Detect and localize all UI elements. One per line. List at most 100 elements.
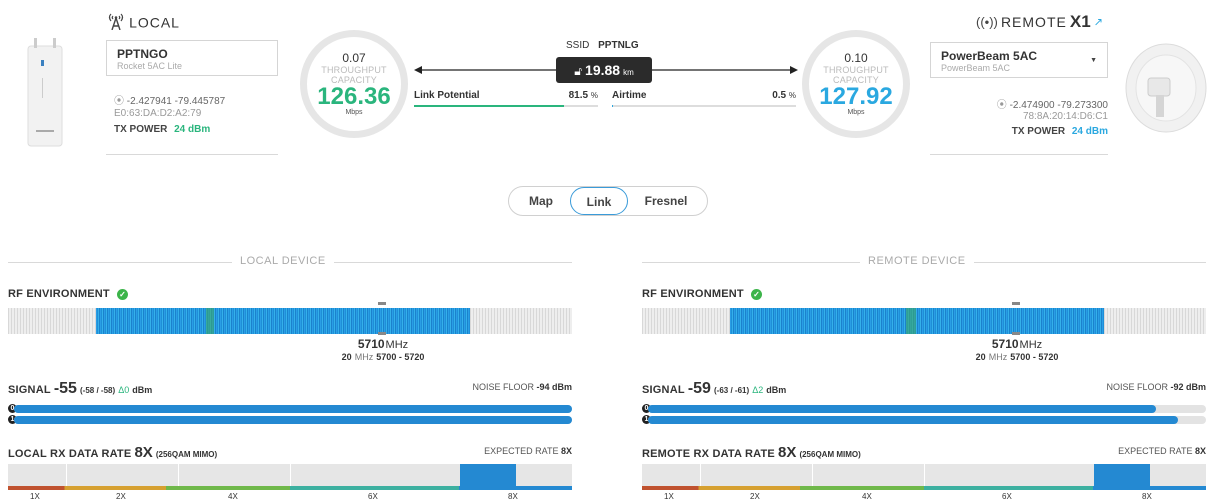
local-rate-value: 8X (134, 444, 153, 461)
location-pin-icon: ⦿ (996, 100, 1007, 111)
view-tabs: Map Link Fresnel (508, 186, 708, 216)
remote-rate-scale (642, 486, 1206, 490)
local-throughput-label: THROUGHPUT (321, 65, 387, 75)
local-width: 20 (341, 352, 352, 362)
remote-signal-value: -59 (687, 380, 711, 397)
link-potential-label: Link Potential (414, 90, 480, 101)
link-potential-pct: % (590, 91, 598, 100)
airtime: Airtime 0.5 % (612, 90, 796, 101)
remote-rate-detail: (256QAM MIMO) (799, 450, 861, 459)
remote-device-image (1118, 40, 1208, 135)
airtime-pct: % (788, 91, 796, 100)
tab-fresnel[interactable]: Fresnel (631, 187, 701, 215)
chevron-down-icon: ▼ (1090, 57, 1097, 64)
local-rate-tick-6x: 6X (368, 492, 378, 501)
local-expected-rate: EXPECTED RATE 8X (400, 446, 572, 456)
remote-tx-power: TX POWER 24 dBm (930, 126, 1108, 137)
tab-link[interactable]: Link (570, 187, 628, 215)
broadcast-icon: ((•)) (976, 14, 998, 30)
local-device-image (22, 38, 68, 148)
local-rf-band (96, 308, 470, 334)
remote-mac: 78:8A:20:14:D6:C1 (1022, 111, 1108, 122)
remote-width: 20 (975, 352, 986, 362)
remote-signal-chains: (-63 / -61) (714, 386, 750, 395)
remote-rf-label-row: RF ENVIRONMENT ✓ (642, 288, 763, 300)
local-noise-value: -94 dBm (536, 382, 572, 392)
local-signal-unit: dBm (132, 385, 153, 395)
local-mac: E0:63:DA:D2:A2:79 (114, 108, 202, 119)
remote-expected-label: EXPECTED RATE (1118, 446, 1193, 456)
local-rf-label-row: RF ENVIRONMENT ✓ (8, 288, 129, 300)
remote-width-unit: MHz (988, 352, 1008, 362)
local-freq-unit: MHz (385, 339, 409, 351)
remote-rf-label: RF ENVIRONMENT (642, 288, 744, 300)
tab-map[interactable]: Map (513, 187, 569, 215)
local-throughput: 0.07 (342, 51, 366, 65)
remote-expected-rate: EXPECTED RATE 8X (1034, 446, 1206, 456)
local-device-select[interactable]: PPTNGO Rocket 5AC Lite (106, 40, 278, 76)
remote-device-name: PowerBeam 5AC (941, 49, 1038, 63)
local-rate-tick-8x: 8X (508, 492, 518, 501)
local-rf-marker-bottom (378, 332, 386, 335)
remote-device-select[interactable]: PowerBeam 5AC PowerBeam 5AC ▼ (930, 42, 1108, 78)
local-tx-power-value: 24 dBm (174, 124, 211, 135)
check-circle-icon: ✓ (751, 289, 763, 300)
remote-rate-tick-8x: 8X (1142, 492, 1152, 501)
local-capacity-unit: Mbps (345, 109, 363, 116)
external-link-icon[interactable]: ↗ (1094, 17, 1103, 29)
local-signal: SIGNAL -55 (-58 / -58) Δ0 dBm (8, 380, 152, 398)
remote-rate-chart (642, 464, 1206, 490)
remote-noise-value: -92 dBm (1170, 382, 1206, 392)
local-header: LOCAL (106, 12, 180, 32)
distance-value: 19.88 (585, 62, 621, 78)
local-rate-tick-1x: 1X (30, 492, 40, 501)
local-noise-label: NOISE FLOOR (472, 382, 534, 392)
remote-rate-ticks: 1X 2X 4X 6X 8X (642, 492, 1206, 502)
ssid: SSID PPTNLG (566, 40, 639, 51)
local-tx-power-label: TX POWER (114, 124, 168, 135)
distance-badge: 🔓︎ 19.88 km (556, 57, 652, 83)
local-rf-label: RF ENVIRONMENT (8, 288, 110, 300)
ssid-label: SSID (566, 40, 590, 51)
remote-rate-tick-1x: 1X (664, 492, 674, 501)
remote-signal-unit: dBm (766, 385, 787, 395)
remote-noise: NOISE FLOOR -92 dBm (1034, 382, 1206, 392)
local-chain-0-track (14, 405, 572, 413)
remote-count: X1 (1069, 12, 1091, 31)
remote-rate-selected (1094, 464, 1150, 486)
ssid-value: PPTNLG (598, 40, 639, 51)
remote-throughput: 0.10 (844, 51, 868, 65)
remote-noise-label: NOISE FLOOR (1106, 382, 1168, 392)
link-potential-fill (414, 105, 564, 107)
airtime-fill (612, 105, 613, 107)
local-rf-hotspot (206, 308, 214, 334)
remote-capacity-unit: Mbps (847, 109, 865, 116)
local-noise: NOISE FLOOR -94 dBm (400, 382, 572, 392)
remote-throughput-label: THROUGHPUT (823, 65, 889, 75)
local-coords: ⦿ -2.427941 -79.445787 (114, 92, 225, 107)
location-pin-icon: ⦿ (114, 96, 124, 107)
local-range: 5700 - 5720 (376, 352, 425, 362)
remote-divider (930, 154, 1108, 155)
local-rate-chart (8, 464, 572, 490)
remote-rate-tick-4x: 4X (862, 492, 872, 501)
local-rate-selected (460, 464, 516, 486)
remote-rate-value: 8X (778, 444, 797, 461)
antenna-icon (106, 12, 126, 33)
link-arrow-left (414, 64, 558, 76)
airtime-value: 0.5 (772, 90, 787, 101)
local-signal-chains: (-58 / -58) (80, 386, 116, 395)
airtime-label: Airtime (612, 90, 647, 101)
remote-gauge: 0.10 THROUGHPUT CAPACITY 127.92 Mbps (802, 30, 910, 138)
remote-chain-1-track (648, 416, 1206, 424)
local-rate-ticks: 1X 2X 4X 6X 8X (8, 492, 572, 502)
remote-rf-band (730, 308, 1104, 334)
local-rate: LOCAL RX DATA RATE 8X (256QAM MIMO) (8, 444, 217, 461)
local-tx-power: TX POWER 24 dBm (114, 124, 210, 135)
local-gauge: 0.07 THROUGHPUT CAPACITY 126.36 Mbps (300, 30, 408, 138)
remote-expected-value: 8X (1194, 446, 1206, 456)
remote-rate: REMOTE RX DATA RATE 8X (256QAM MIMO) (642, 444, 861, 461)
remote-header-label: REMOTE (1000, 14, 1067, 30)
remote-capacity: 127.92 (819, 83, 893, 110)
remote-coords-value: -2.474900 -79.273300 (1009, 100, 1108, 111)
